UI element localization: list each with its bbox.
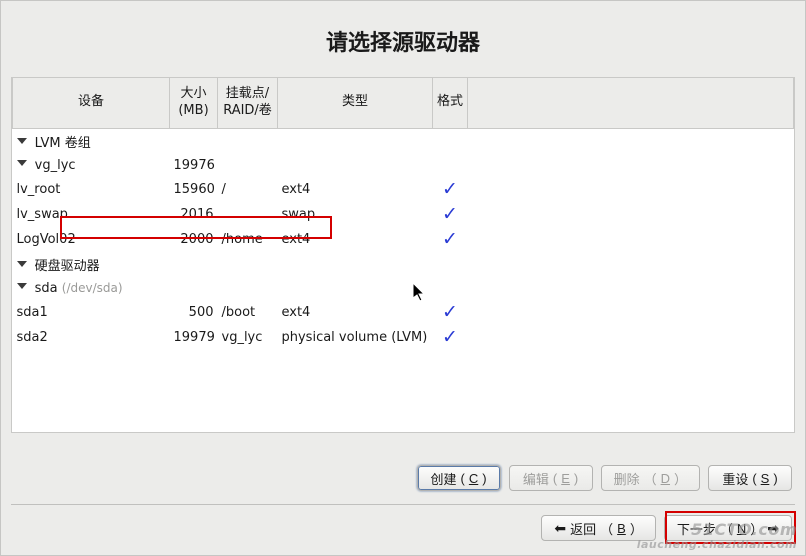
chevron-down-icon[interactable] [17, 281, 29, 293]
lv-row[interactable]: LogVol02 2000 /home ext4 ✓ [13, 227, 794, 252]
lv-type: ext4 [278, 227, 433, 252]
lv-mount: /home [218, 227, 278, 252]
check-icon: ✓ [442, 178, 458, 200]
reset-button[interactable]: 重设(S) [708, 465, 792, 491]
partition-row[interactable]: sda2 19979 vg_lyc physical volume (LVM) … [13, 325, 794, 350]
partition-table: 设备 大小 (MB) 挂载点/ RAID/卷 类型 格式 [12, 78, 794, 350]
nav-button-row: ⬅ 返回（B） 下一步（N） ➡ [541, 515, 792, 541]
group-row-lvm[interactable]: LVM 卷组 [13, 128, 794, 154]
separator [11, 504, 795, 505]
group-row-disks[interactable]: 硬盘驱动器 [13, 252, 794, 277]
col-type[interactable]: 类型 [278, 78, 433, 128]
lv-size: 2016 [170, 202, 218, 227]
check-icon: ✓ [442, 203, 458, 225]
disk-row[interactable]: sda (/dev/sda) [13, 277, 794, 300]
disk-name: sda [35, 281, 58, 296]
col-device[interactable]: 设备 [13, 78, 170, 128]
check-icon: ✓ [442, 326, 458, 348]
group-label: LVM 卷组 [35, 136, 91, 151]
chevron-down-icon[interactable] [17, 136, 29, 148]
lv-row[interactable]: lv_swap 2016 swap ✓ [13, 202, 794, 227]
chevron-down-icon[interactable] [17, 158, 29, 170]
part-type: physical volume (LVM) [278, 325, 433, 350]
vg-name: vg_lyc [35, 158, 76, 173]
part-type: ext4 [278, 300, 433, 325]
lv-type: ext4 [278, 177, 433, 202]
edit-button-row: 创建(C) 编辑(E) 删除（D） 重设(S) [417, 465, 792, 491]
check-icon: ✓ [442, 301, 458, 323]
col-format[interactable]: 格式 [433, 78, 468, 128]
part-name: sda2 [13, 325, 170, 350]
delete-button[interactable]: 删除（D） [601, 465, 700, 491]
part-size: 19979 [170, 325, 218, 350]
partition-tree[interactable]: 设备 大小 (MB) 挂载点/ RAID/卷 类型 格式 [11, 77, 795, 433]
create-button[interactable]: 创建(C) [417, 465, 501, 491]
installer-window: 请选择源驱动器 设备 大小 (MB) 挂载点/ RAID/卷 [0, 0, 806, 556]
lv-row[interactable]: lv_root 15960 / ext4 ✓ [13, 177, 794, 202]
partition-row[interactable]: sda1 500 /boot ext4 ✓ [13, 300, 794, 325]
chevron-down-icon[interactable] [17, 259, 29, 271]
part-mount: vg_lyc [218, 325, 278, 350]
back-button[interactable]: ⬅ 返回（B） [541, 515, 655, 541]
vg-row[interactable]: vg_lyc 19976 [13, 154, 794, 177]
col-size[interactable]: 大小 (MB) [170, 78, 218, 128]
vg-size: 19976 [170, 154, 218, 177]
check-icon: ✓ [442, 228, 458, 250]
page-title: 请选择源驱动器 [1, 1, 805, 77]
lv-type: swap [278, 202, 433, 227]
part-mount: /boot [218, 300, 278, 325]
lv-mount [218, 202, 278, 227]
group-label: 硬盘驱动器 [35, 259, 100, 274]
lv-name: LogVol02 [13, 227, 170, 252]
col-mount[interactable]: 挂载点/ RAID/卷 [218, 78, 278, 128]
arrow-right-icon: ➡ [767, 521, 779, 535]
lv-name: lv_swap [13, 202, 170, 227]
lv-mount: / [218, 177, 278, 202]
disk-path: (/dev/sda) [62, 281, 123, 295]
lv-size: 2000 [170, 227, 218, 252]
table-header-row: 设备 大小 (MB) 挂载点/ RAID/卷 类型 格式 [13, 78, 794, 128]
lv-size: 15960 [170, 177, 218, 202]
arrow-left-icon: ⬅ [554, 521, 566, 535]
edit-button[interactable]: 编辑(E) [509, 465, 593, 491]
next-button[interactable]: 下一步（N） ➡ [664, 515, 792, 541]
part-size: 500 [170, 300, 218, 325]
part-name: sda1 [13, 300, 170, 325]
lv-name: lv_root [13, 177, 170, 202]
